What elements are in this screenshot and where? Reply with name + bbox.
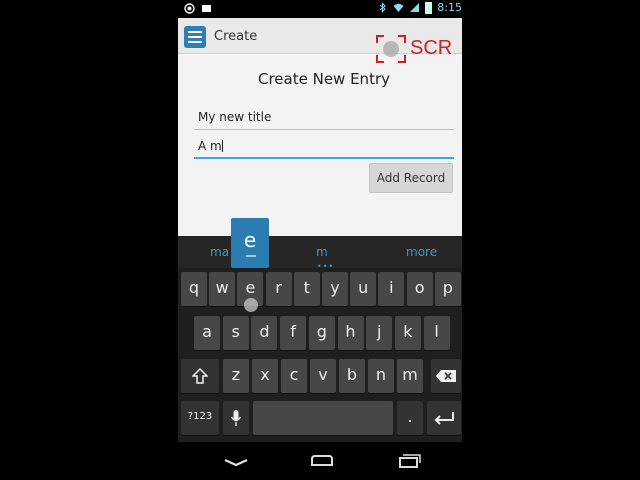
add-record-button[interactable]: Add Record bbox=[369, 163, 453, 193]
key-c[interactable]: c bbox=[281, 359, 307, 393]
period-key[interactable]: . bbox=[397, 401, 423, 435]
key-u[interactable]: u bbox=[350, 272, 377, 306]
key-l[interactable]: l bbox=[423, 316, 450, 350]
key-preview-popup: e bbox=[231, 218, 269, 268]
key-d[interactable]: d bbox=[251, 316, 278, 350]
wifi-icon bbox=[393, 3, 404, 12]
text-cursor bbox=[221, 140, 223, 152]
create-activity: Create SCR Create New Entry My new title… bbox=[178, 18, 462, 236]
suggestion-strip: ma m ••• more bbox=[178, 236, 462, 271]
key-t[interactable]: t bbox=[293, 272, 320, 306]
phone-screen: 8:15 Create SCR Create New Entry My new … bbox=[178, 0, 462, 480]
notification-icon bbox=[202, 5, 211, 12]
key-h[interactable]: h bbox=[337, 316, 364, 350]
shift-icon bbox=[191, 367, 209, 384]
watermark-text: SCR bbox=[410, 37, 453, 59]
suggestion-more-indicator: ••• bbox=[317, 262, 335, 271]
key-s[interactable]: s bbox=[222, 316, 249, 350]
signal-icon bbox=[410, 3, 420, 12]
suggestion-1[interactable]: ma bbox=[210, 245, 229, 259]
screen-recorder-icon bbox=[184, 3, 195, 14]
status-bar: 8:15 bbox=[178, 0, 462, 18]
soft-keyboard: ma m ••• more qwertyuiopasdfghjklzxcvbnm… bbox=[178, 236, 462, 442]
key-g[interactable]: g bbox=[308, 316, 335, 350]
key-k[interactable]: k bbox=[394, 316, 421, 350]
key-preview-indicator bbox=[246, 255, 256, 257]
back-icon[interactable] bbox=[216, 450, 256, 472]
backspace-key[interactable] bbox=[431, 359, 461, 393]
home-icon[interactable] bbox=[302, 450, 342, 472]
key-p[interactable]: p bbox=[434, 272, 461, 306]
bluetooth-icon bbox=[379, 2, 387, 13]
key-b[interactable]: b bbox=[339, 359, 365, 393]
key-y[interactable]: y bbox=[322, 272, 348, 306]
shift-key[interactable] bbox=[181, 359, 219, 393]
recent-apps-icon[interactable] bbox=[388, 450, 428, 472]
title-input-value: My new title bbox=[198, 110, 272, 124]
body-input[interactable]: A m bbox=[194, 133, 454, 159]
screen-recorder-watermark: SCR bbox=[376, 33, 462, 65]
suggestion-2[interactable]: m bbox=[316, 245, 328, 259]
key-w[interactable]: w bbox=[209, 272, 236, 306]
enter-key[interactable] bbox=[427, 401, 461, 435]
key-f[interactable]: f bbox=[280, 316, 307, 350]
key-j[interactable]: j bbox=[366, 316, 393, 350]
key-o[interactable]: o bbox=[406, 272, 433, 306]
symbols-key[interactable]: ?123 bbox=[181, 401, 219, 435]
key-x[interactable]: x bbox=[252, 359, 278, 393]
navigation-bar bbox=[178, 442, 462, 480]
recorder-frame-icon bbox=[376, 35, 406, 63]
key-z[interactable]: z bbox=[223, 359, 249, 393]
action-bar-title: Create bbox=[214, 29, 258, 44]
status-time: 8:15 bbox=[437, 1, 462, 14]
key-i[interactable]: i bbox=[378, 272, 405, 306]
key-q[interactable]: q bbox=[181, 272, 207, 306]
touch-indicator bbox=[244, 298, 258, 312]
enter-icon bbox=[434, 412, 454, 425]
suggestion-3[interactable]: more bbox=[406, 245, 437, 259]
backspace-icon bbox=[436, 370, 456, 382]
microphone-icon bbox=[230, 410, 242, 426]
title-input[interactable]: My new title bbox=[194, 104, 454, 130]
form-heading: Create New Entry bbox=[257, 70, 390, 88]
key-r[interactable]: r bbox=[265, 272, 292, 306]
list-app-icon[interactable] bbox=[184, 26, 206, 48]
body-input-value: A m bbox=[198, 139, 222, 153]
voice-input-key[interactable] bbox=[223, 401, 249, 435]
space-key[interactable] bbox=[253, 401, 393, 435]
key-a[interactable]: a bbox=[194, 316, 220, 350]
key-n[interactable]: n bbox=[368, 359, 394, 393]
key-m[interactable]: m bbox=[397, 359, 423, 393]
key-v[interactable]: v bbox=[310, 359, 336, 393]
battery-icon bbox=[425, 1, 433, 14]
